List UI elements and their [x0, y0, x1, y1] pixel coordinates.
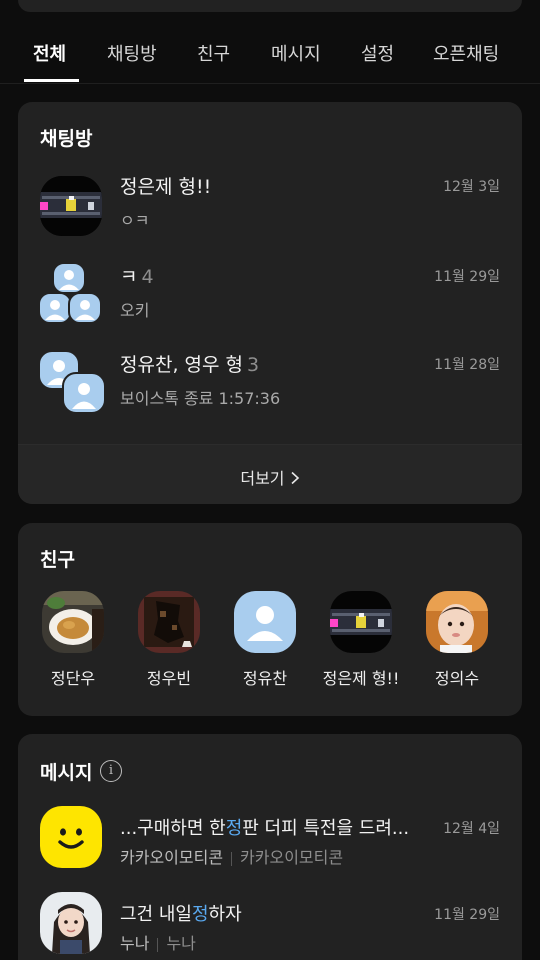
section-title-chatrooms: 채팅방 — [40, 128, 93, 150]
chatroom-name: 정유찬, 영우 형3 — [120, 354, 260, 376]
active-tab-indicator — [24, 79, 79, 82]
chatroom-last-message: ㅇㅋ — [120, 211, 150, 230]
chatroom-row[interactable]: 정은제 형!! ㅇㅋ 12월 3일 — [18, 172, 522, 262]
default-person-icon — [234, 591, 296, 653]
tab-friends[interactable]: 친구 — [197, 40, 230, 66]
friend-item[interactable]: 정유찬 — [215, 591, 315, 689]
more-label: 더보기 — [240, 469, 285, 488]
person-icon — [68, 292, 102, 324]
message-sender: 누나 누나 — [120, 934, 196, 953]
message-row[interactable]: 그건 내일정하자 누나 누나 11월 29일 — [18, 892, 522, 960]
kakao-smiley-icon — [40, 806, 102, 868]
chatrooms-section: 채팅방 정은제 형!! ㅇㅋ 12월 3일 ㅋ 4 오키 11월 29일 정유찬… — [18, 102, 522, 504]
messages-section: 메시지 i ...구매하면 한정판 더피 특전을 드려... 카카오이모티콘 카카… — [18, 734, 522, 960]
friends-section: 친구 정단우 정우빈 정유찬 정은제 형!! 정의수 — [18, 523, 522, 716]
tab-messages[interactable]: 메시지 — [271, 40, 321, 66]
person-icon — [62, 372, 106, 414]
more-chatrooms-button[interactable]: 더보기 — [18, 444, 522, 504]
friend-avatar-dark — [138, 591, 200, 653]
chevron-right-icon — [290, 470, 300, 489]
section-title-messages: 메시지 — [40, 762, 93, 784]
person-icon — [38, 292, 72, 324]
friend-name: 정단우 — [50, 669, 96, 688]
group-avatar — [38, 350, 106, 416]
person-icon — [52, 262, 86, 294]
chatroom-row[interactable]: 정유찬, 영우 형3 보이스톡 종료 1:57:36 11월 28일 — [18, 350, 522, 440]
previous-card-edge — [18, 0, 522, 12]
friend-name: 정의수 — [434, 669, 480, 688]
tab-open-chat[interactable]: 오픈채팅 — [433, 40, 499, 66]
friend-avatar-game — [330, 591, 392, 653]
message-time: 11월 29일 — [434, 907, 500, 923]
chatroom-row[interactable]: ㅋ4 오키 11월 29일 — [18, 262, 522, 352]
friend-item[interactable]: 정단우 — [23, 591, 123, 689]
friend-name: 정은제 형!! — [322, 669, 400, 688]
tab-settings[interactable]: 설정 — [361, 40, 394, 66]
friend-item[interactable]: 정의수 — [407, 591, 507, 689]
message-text: ...구매하면 한정판 더피 특전을 드려... — [120, 818, 410, 839]
message-sender: 카카오이모티콘 카카오이모티콘 — [120, 848, 344, 867]
girl-photo-avatar — [40, 892, 102, 954]
chatroom-time: 11월 28일 — [434, 357, 500, 373]
chatroom-name: ㅋ4 — [120, 266, 154, 288]
member-count: 3 — [247, 354, 260, 376]
chatroom-last-message: 보이스톡 종료 1:57:36 — [120, 389, 281, 408]
chatroom-time: 11월 29일 — [434, 269, 500, 285]
search-category-tabs: 전체 채팅방 친구 메시지 설정 오픈채팅 — [0, 22, 540, 84]
message-row[interactable]: ...구매하면 한정판 더피 특전을 드려... 카카오이모티콘 카카오이모티콘 … — [18, 806, 522, 904]
section-title-friends: 친구 — [40, 549, 75, 571]
message-time: 12월 4일 — [443, 821, 500, 837]
chatroom-time: 12월 3일 — [443, 179, 500, 195]
message-text: 그건 내일정하자 — [120, 904, 242, 925]
chatroom-avatar-game — [40, 176, 102, 236]
tab-chatrooms[interactable]: 채팅방 — [107, 40, 157, 66]
friend-item[interactable]: 정은제 형!! — [311, 591, 411, 689]
chatroom-name: 정은제 형!! — [120, 176, 212, 198]
friend-avatar-baby — [426, 591, 488, 653]
friend-item[interactable]: 정우빈 — [119, 591, 219, 689]
friend-avatar-food — [42, 591, 104, 653]
tab-all[interactable]: 전체 — [33, 40, 66, 66]
friend-name: 정우빈 — [146, 669, 192, 688]
friend-name: 정유찬 — [242, 669, 288, 688]
info-icon[interactable]: i — [100, 760, 122, 782]
member-count: 4 — [141, 266, 154, 288]
group-avatar — [38, 262, 104, 326]
chatroom-last-message: 오키 — [120, 301, 150, 320]
